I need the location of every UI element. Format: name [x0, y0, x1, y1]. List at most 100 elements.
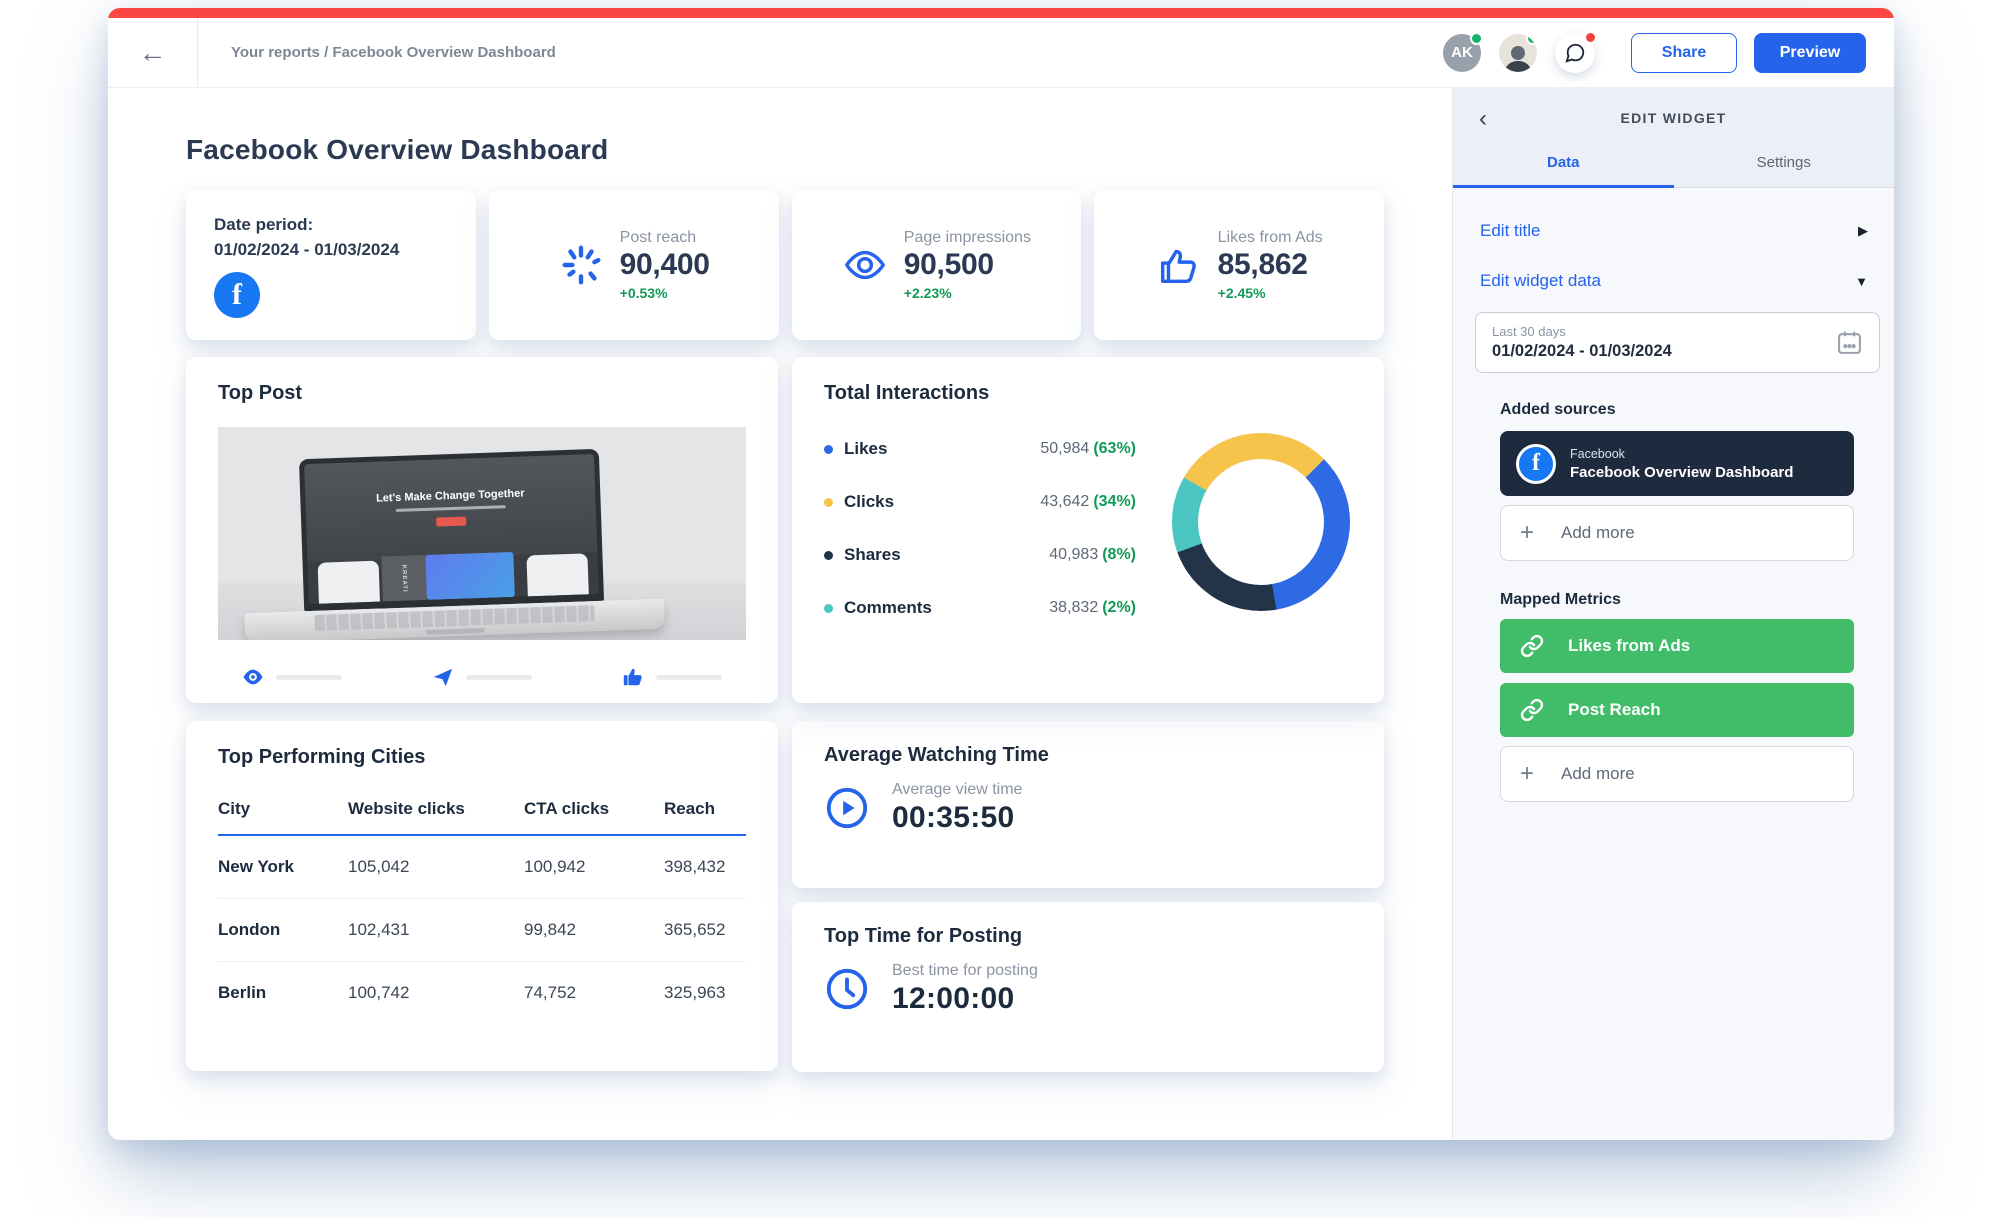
avatar-initials-text: AK — [1451, 44, 1473, 61]
metric-delta: +2.45% — [1218, 285, 1266, 301]
back-button[interactable]: ← — [108, 18, 198, 87]
mapped-metric-likes-from-ads[interactable]: Likes from Ads — [1500, 619, 1854, 673]
panel-collapse-button[interactable]: ‹ — [1479, 107, 1487, 131]
cities-table: City Website clicks CTA clicks Reach New… — [218, 799, 746, 1024]
widget-title: Total Interactions — [824, 382, 1352, 405]
burst-icon — [558, 242, 604, 288]
legend-item: Likes 50,984 (63%) — [824, 439, 1136, 459]
facebook-source-card[interactable]: f Facebook Facebook Overview Dashboard — [1500, 431, 1854, 496]
dashboard-canvas: Facebook Overview Dashboard Date period:… — [108, 88, 1452, 1139]
legend-dot — [824, 498, 833, 507]
add-metric-button[interactable]: + Add more — [1500, 746, 1854, 802]
back-arrow-icon: ← — [139, 39, 167, 67]
likes-icon — [622, 666, 644, 688]
topbar: ← Your reports / Facebook Overview Dashb… — [108, 18, 1894, 88]
edit-widget-data-row[interactable]: Edit widget data ▼ — [1475, 262, 1880, 300]
tab-settings[interactable]: Settings — [1674, 154, 1895, 187]
widget-title: Top Post — [218, 382, 746, 405]
eye-icon — [842, 242, 888, 288]
stat-placeholder-line — [656, 675, 722, 680]
table-row: New York 105,042 100,942 398,432 — [218, 836, 746, 899]
post-stats-row — [218, 666, 746, 688]
date-range-value: 01/02/2024 - 01/03/2024 — [1492, 342, 1836, 361]
metric-delta: +0.53% — [620, 285, 668, 301]
source-name: Facebook Overview Dashboard — [1570, 464, 1793, 481]
stat-placeholder-line — [276, 675, 342, 680]
panel-body: Edit title ▶ Edit widget data ▼ Last 30 … — [1453, 188, 1894, 802]
online-dot — [1470, 32, 1483, 45]
preview-button[interactable]: Preview — [1754, 33, 1866, 73]
table-row: Berlin 100,742 74,752 325,963 — [218, 962, 746, 1024]
date-period-label: Date period: — [214, 213, 476, 238]
stats-row: Date period: 01/02/2024 - 01/03/2024 f — [186, 190, 1384, 340]
page-impressions-widget[interactable]: Page impressions 90,500 +2.23% — [792, 190, 1082, 340]
average-watching-time-widget[interactable]: Average Watching Time Average view time … — [792, 721, 1384, 888]
metric-value: 85,862 — [1218, 248, 1308, 282]
top-cities-widget[interactable]: Top Performing Cities City Website click… — [186, 721, 778, 1071]
metric-delta: +2.23% — [904, 285, 952, 301]
tab-data[interactable]: Data — [1453, 154, 1674, 188]
calendar-icon — [1836, 329, 1863, 356]
page-title: Facebook Overview Dashboard — [186, 134, 1384, 166]
table-header: City Website clicks CTA clicks Reach — [218, 799, 746, 836]
link-icon — [1520, 698, 1544, 722]
edit-title-row[interactable]: Edit title ▶ — [1475, 212, 1880, 250]
date-period-widget[interactable]: Date period: 01/02/2024 - 01/03/2024 f — [186, 190, 476, 340]
thumbs-up-icon — [1156, 242, 1202, 288]
panel-title: EDIT WIDGET — [1620, 110, 1726, 126]
link-icon — [1520, 634, 1544, 658]
post-screen-side-text: KREATI — [400, 564, 407, 592]
added-sources-label: Added sources — [1500, 401, 1854, 419]
mapped-metric-post-reach[interactable]: Post Reach — [1500, 683, 1854, 737]
metric-value: 90,500 — [904, 248, 994, 282]
top-post-widget[interactable]: Top Post Let's Make Change Together — [186, 357, 778, 703]
edit-widget-panel: ‹ EDIT WIDGET Data Settings Edit title ▶… — [1452, 88, 1894, 1139]
clock-icon — [824, 966, 870, 1012]
interactions-legend: Likes 50,984 (63%) Clicks 43,642 (34%) — [824, 439, 1136, 618]
time-label: Best time for posting — [892, 962, 1038, 980]
donut-hole — [1198, 459, 1324, 585]
breadcrumb[interactable]: Your reports / Facebook Overview Dashboa… — [231, 44, 556, 61]
post-reach-widget[interactable]: Post reach 90,400 +0.53% — [489, 190, 779, 340]
legend-item: Shares 40,983 (8%) — [824, 545, 1136, 565]
stat-placeholder-line — [466, 675, 532, 680]
facebook-logo-icon: f — [214, 272, 260, 318]
share-arrow-icon — [432, 666, 454, 688]
metric-label: Likes from Ads — [1218, 229, 1323, 247]
chat-bubble-icon — [1564, 42, 1586, 64]
legend-item: Comments 38,832 (2%) — [824, 598, 1136, 618]
post-image: Let's Make Change Together KREATI — [218, 427, 746, 640]
date-period-range: 01/02/2024 - 01/03/2024 — [214, 238, 476, 263]
post-screen-button — [436, 517, 466, 527]
panel-tabs: Data Settings — [1453, 154, 1894, 188]
metric-label: Page impressions — [904, 229, 1031, 247]
date-range-picker[interactable]: Last 30 days 01/02/2024 - 01/03/2024 — [1475, 312, 1880, 373]
avatar-initials[interactable]: AK — [1443, 34, 1481, 72]
online-dot — [1526, 34, 1537, 45]
person-icon — [1501, 42, 1535, 72]
app-window: ← Your reports / Facebook Overview Dashb… — [108, 8, 1894, 1140]
metric-label: Post reach — [620, 229, 696, 247]
mapped-metrics-label: Mapped Metrics — [1500, 591, 1854, 609]
time-value: 00:35:50 — [892, 801, 1022, 835]
add-source-button[interactable]: + Add more — [1500, 505, 1854, 561]
facebook-logo-icon: f — [1516, 444, 1556, 484]
widget-title: Average Watching Time — [824, 744, 1352, 767]
total-interactions-widget[interactable]: Total Interactions Likes 50,984 (63%) Cl… — [792, 357, 1384, 703]
source-network: Facebook — [1570, 447, 1793, 461]
top-time-for-posting-widget[interactable]: Top Time for Posting Best time for posti… — [792, 902, 1384, 1072]
play-circle-icon — [824, 785, 870, 831]
time-label: Average view time — [892, 781, 1022, 799]
legend-dot — [824, 551, 833, 560]
chevron-down-icon: ▼ — [1855, 274, 1868, 289]
plus-icon: + — [1520, 521, 1534, 545]
share-button[interactable]: Share — [1631, 33, 1737, 73]
topbar-right: AK Share Preview — [1443, 33, 1894, 73]
likes-from-ads-widget[interactable]: Likes from Ads 85,862 +2.45% — [1094, 190, 1384, 340]
notification-dot — [1584, 31, 1597, 44]
time-value: 12:00:00 — [892, 982, 1038, 1016]
avatar-photo[interactable] — [1499, 34, 1537, 72]
table-row: London 102,431 99,842 365,652 — [218, 899, 746, 962]
window-accent-bar — [108, 8, 1894, 18]
chat-button[interactable] — [1555, 33, 1595, 73]
